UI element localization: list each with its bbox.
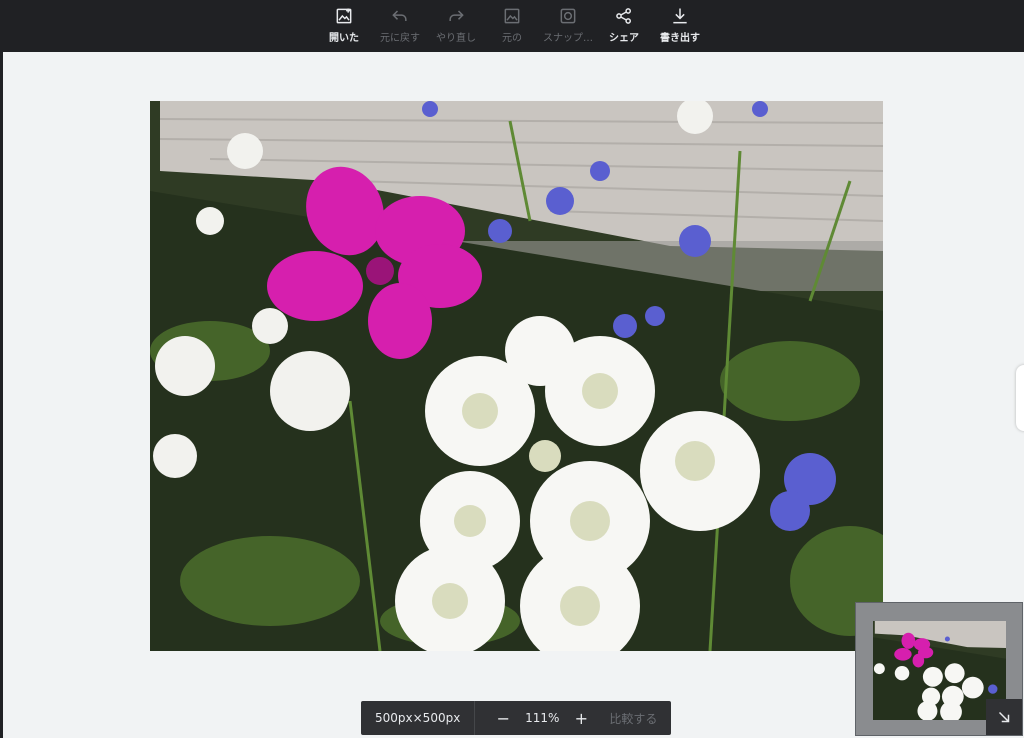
share-icon xyxy=(616,8,631,24)
undo-label: 元に戻す xyxy=(380,33,420,44)
undo-button[interactable]: 元に戻す xyxy=(372,0,428,52)
snapshot-button[interactable]: スナップ… xyxy=(540,0,596,52)
zoom-bar: 500px×500px − 111% + 比較する xyxy=(361,701,671,735)
expand-minimap-button[interactable] xyxy=(986,699,1022,735)
original-label: 元の xyxy=(502,33,522,44)
flower-photo-image xyxy=(150,101,883,651)
zoom-level: 111% xyxy=(525,711,560,725)
minimap[interactable] xyxy=(855,602,1023,736)
open-label: 開いた xyxy=(329,33,359,44)
redo-label: やり直し xyxy=(436,33,476,44)
export-label: 書き出す xyxy=(660,33,700,44)
flower-photo xyxy=(150,101,883,651)
side-panel-handle[interactable] xyxy=(1016,365,1024,431)
open-button[interactable]: 開いた xyxy=(316,0,372,52)
snapshot-icon xyxy=(560,8,576,24)
share-button[interactable]: シェア xyxy=(596,0,652,52)
download-icon xyxy=(673,8,687,24)
compare-button[interactable]: 比較する xyxy=(609,710,657,727)
undo-icon xyxy=(392,10,407,21)
redo-button[interactable]: やり直し xyxy=(428,0,484,52)
export-button[interactable]: 書き出す xyxy=(652,0,708,52)
original-image-icon xyxy=(504,8,520,24)
original-button[interactable]: 元の xyxy=(484,0,540,52)
image-size-label: 500px×500px xyxy=(361,701,476,735)
snapshot-label: スナップ… xyxy=(543,33,593,44)
zoom-in-button[interactable]: + xyxy=(567,709,595,728)
arrow-down-right-icon xyxy=(998,711,1010,723)
share-label: シェア xyxy=(609,33,639,44)
zoom-out-button[interactable]: − xyxy=(489,709,517,728)
top-toolbar: 開いた 元に戻す やり直し 元の スナップ… シェア 書き出す xyxy=(0,0,1024,52)
redo-icon xyxy=(449,10,464,21)
open-image-icon xyxy=(336,8,352,24)
